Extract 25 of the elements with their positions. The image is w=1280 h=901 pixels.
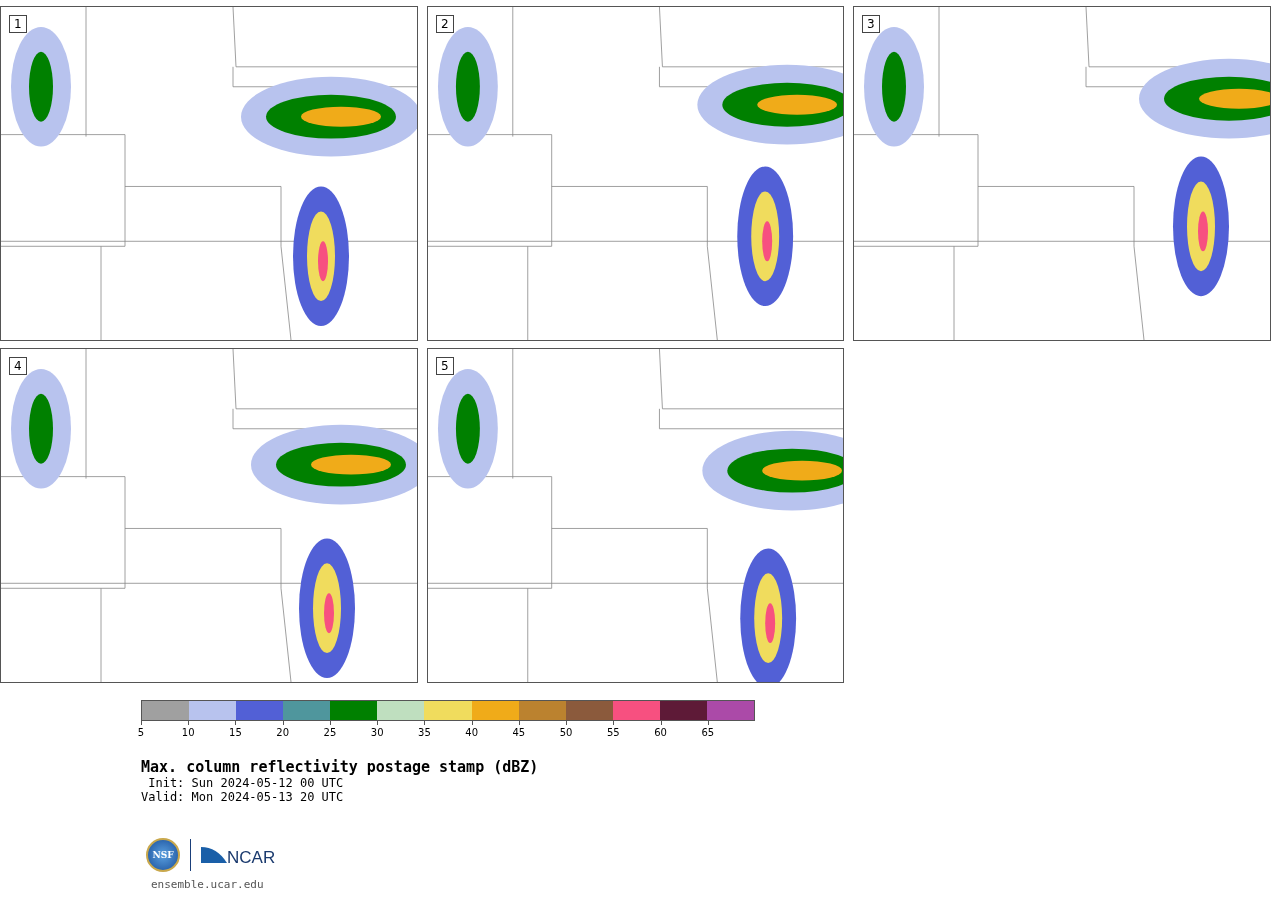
- ncar-logo: NCAR: [227, 848, 276, 868]
- tick-label: 50: [559, 727, 573, 738]
- tick-label: 60: [654, 727, 667, 738]
- panel-number: 2: [436, 15, 454, 33]
- panel-number: 4: [9, 357, 27, 375]
- tick-label: 10: [181, 727, 195, 738]
- tick-label: 30: [370, 727, 384, 738]
- panel-number: 5: [436, 357, 454, 375]
- tick-label: 15: [229, 727, 242, 738]
- site-url: ensemble.ucar.edu: [151, 878, 265, 891]
- tick-label: 45: [512, 727, 526, 738]
- tick-label: 25: [323, 727, 337, 738]
- tick-label: 65: [701, 727, 715, 738]
- swoosh-icon: [201, 845, 227, 865]
- tick-label: 35: [418, 727, 431, 738]
- tick-label: 20: [276, 727, 290, 738]
- nsf-logo: NSF: [146, 838, 180, 872]
- tick-label: 55: [607, 727, 620, 738]
- chart-title: Max. column reflectivity postage stamp (dBZ): [141, 758, 540, 776]
- panel-number: 1: [9, 15, 27, 33]
- tick-label: 5: [137, 727, 145, 738]
- tick-label: 40: [465, 727, 478, 738]
- init-time: Init: Sun 2024-05-12 00 UTC: [147, 776, 345, 790]
- valid-time: Valid: Mon 2024-05-13 20 UTC: [141, 790, 345, 804]
- panel-number: 3: [862, 15, 880, 33]
